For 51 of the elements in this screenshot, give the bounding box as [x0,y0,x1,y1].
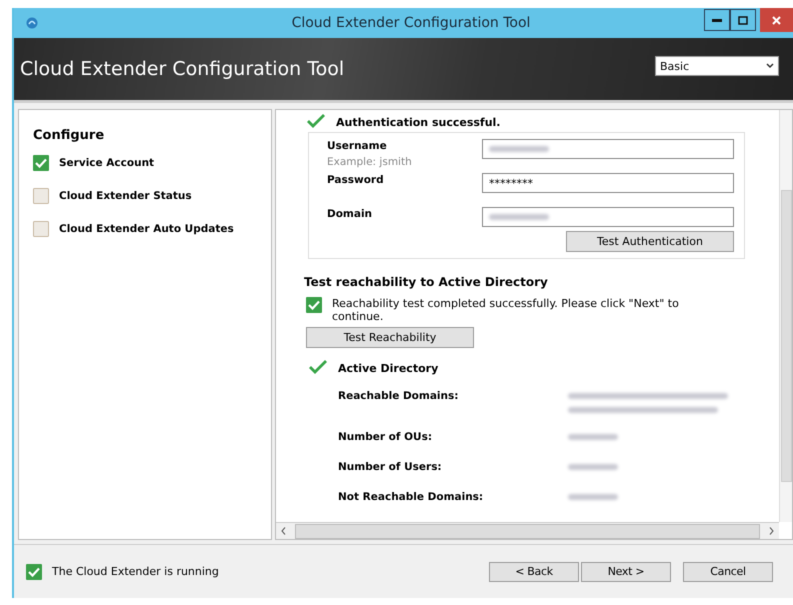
detail-label: Number of Users: [338,461,443,473]
minimize-button[interactable] [704,9,730,31]
close-button[interactable] [760,8,793,32]
wizard-button[interactable]: Cancel [683,562,773,582]
check-icon [308,360,328,376]
mode-dropdown[interactable]: Basic [655,56,779,76]
horizontal-scrollbar[interactable] [276,522,779,539]
check-icon [306,114,326,130]
field-label: Password [327,173,384,186]
blurred-text [489,146,549,152]
field-label: Username [327,139,387,152]
sidebar-heading: Configure [33,128,106,143]
blurred-text [568,434,618,440]
blurred-text [489,214,549,220]
field-label: Domain [327,207,372,220]
close-icon [772,16,781,24]
checkbox[interactable] [26,564,42,580]
step-label[interactable]: Cloud Extender Status [59,190,192,202]
status-text: The Cloud Extender is running [52,565,220,578]
app-title: Cloud Extender Configuration Tool [20,58,344,80]
test-reachability-button[interactable]: Test Reachability [306,327,474,348]
input-field[interactable] [482,207,734,227]
scroll-right-icon[interactable] [769,527,774,535]
auth-status: Authentication successful. [336,116,500,128]
checkbox[interactable] [33,155,49,171]
step-label[interactable]: Cloud Extender Auto Updates [59,223,234,235]
detail-label: Number of OUs: [338,431,434,443]
field-hint: Example: jsmith [327,156,413,168]
blurred-text [568,464,618,470]
directory-title: Active Directory [338,362,438,374]
detail-label: Reachable Domains: [338,390,460,404]
blurred-text [568,494,618,500]
test-authentication-button[interactable]: Test Authentication [566,231,734,252]
window-title: Cloud Extender Configuration Tool [290,15,532,31]
input-field[interactable] [482,139,734,159]
checkbox[interactable] [33,221,49,237]
detail-label: Not Reachable Domains: [338,491,484,503]
minimize-icon [712,18,722,22]
checkbox[interactable] [306,297,322,313]
status-message: Reachability test completed successfully. Please click "Next" to continue. [332,297,680,323]
scroll-left-icon[interactable] [281,527,286,535]
step-label[interactable]: Service Account [59,157,154,169]
section-heading: Test reachability to Active Directory [304,275,549,289]
wizard-button[interactable]: < Back [489,562,579,582]
app-icon [26,17,38,29]
maximize-button[interactable] [730,9,756,31]
wizard-button[interactable]: Next > [581,562,671,582]
maximize-icon [738,16,748,24]
vertical-scrollbar[interactable] [779,110,792,522]
checkbox[interactable] [33,188,49,204]
input-field[interactable]: ******** [482,173,734,193]
